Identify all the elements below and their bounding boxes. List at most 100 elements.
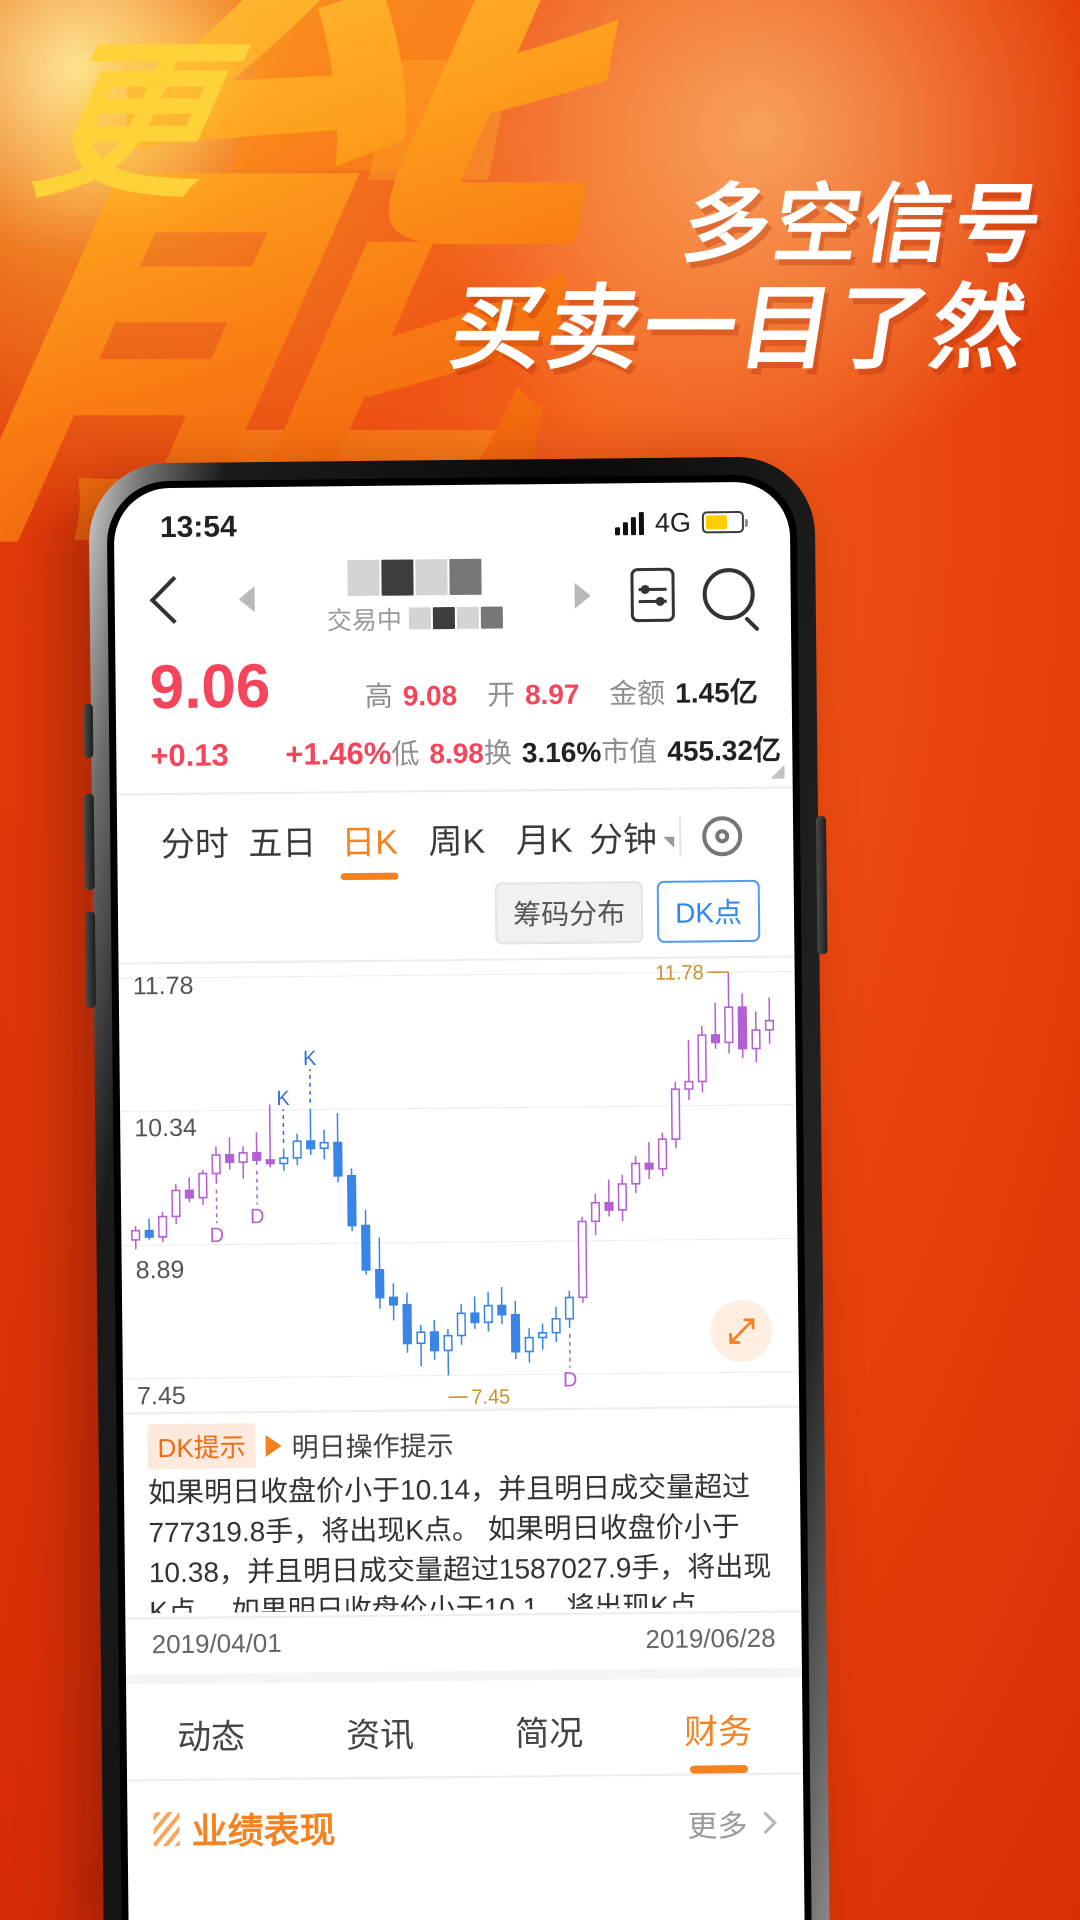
active-tab-underline [689,1765,748,1774]
triangle-left-icon[interactable] [238,586,255,613]
quote-value-amount: 1.45亿 [675,676,758,709]
play-triangle-icon[interactable] [265,1434,282,1457]
date-range-row: 2019/04/01 2019/06/28 [125,1612,802,1674]
y-axis-tick-2: 8.89 [135,1255,185,1285]
tab-yuek[interactable]: 月K [500,813,588,879]
stock-status-label: 交易中 [326,606,403,635]
tab-zixun[interactable]: 资讯 [295,1707,465,1778]
tab-fenzhong-label: 分钟 [588,820,658,860]
tab-dongtai-label: 动态 [176,1718,246,1757]
volume-down-button[interactable] [84,911,96,1008]
chart-overlay-buttons: 筹码分布 DK点 [118,875,795,962]
list-settings-icon[interactable] [630,567,675,623]
quote-label-marketcap: 市值 [601,735,658,768]
quote-field-low: 低 8.98 [391,732,484,773]
quote-panel: 9.06 高 9.08 开 8.97 金额 1.45亿 +0.13 +1.46% 低8… [115,639,793,793]
chevron-right-icon [754,1811,777,1835]
search-icon[interactable] [702,567,755,621]
tab-fenshi[interactable]: 分时 [151,816,239,882]
mute-switch[interactable] [83,703,94,758]
candlestick-chart[interactable]: K K D D D 11.78 7.45 11.78 10.34 8.89 7.45 ⤢ [118,955,800,1415]
dk-point-button[interactable]: DK点 [656,879,761,943]
background-glyph-small: 更 [20,24,230,222]
chevron-left-icon[interactable] [149,575,198,624]
expand-arrows-icon[interactable]: ⤢ [710,1299,773,1363]
status-time: 13:54 [159,510,237,545]
content-tabs: 动态 资讯 简况 财务 [125,1667,804,1780]
tab-fenshi-label: 分时 [160,825,230,865]
date-end: 2019/06/28 [645,1622,776,1655]
active-tab-underline [340,872,399,881]
stock-title[interactable]: 交易中 [260,557,569,637]
quote-value-marketcap: 455.32亿 [667,734,782,767]
chart-canvas: KK D D D 11.78 7.45 [118,962,799,1409]
tab-caiwu[interactable]: 财务 [633,1703,803,1774]
quote-field-high: 高 9.08 [364,674,487,715]
date-start: 2019/04/01 [151,1627,282,1660]
tab-zixun-label: 资讯 [345,1716,415,1756]
svg-text:D: D [563,1369,578,1392]
network-type-label: 4G [654,507,692,538]
quote-label-amount: 金额 [609,677,666,710]
tab-yuek-label: 月K [515,821,573,861]
quote-value-low: 8.98 [429,737,485,770]
quote-label-open: 开 [486,679,516,711]
stock-status: 交易中 [326,599,504,637]
more-label: 更多 [687,1810,748,1844]
headline-line-2: 买卖一目了然 [443,274,1037,382]
chip-distribution-button[interactable]: 筹码分布 [494,881,644,945]
nav-bar: 交易中 [114,547,791,646]
stock-code-redacted [408,606,504,629]
quote-label-low: 低 [391,738,420,770]
quote-field-marketcap: 市值 455.32亿 [601,729,781,771]
quote-value-high: 9.08 [402,679,458,712]
svg-text:D: D [210,1225,225,1248]
dk-tips-subtitle: 明日操作提示 [291,1431,454,1463]
volume-up-button[interactable] [83,793,95,890]
quote-label-turnover: 换 [483,737,513,769]
price-change-percent: +1.46% [285,735,392,772]
power-button[interactable] [816,816,828,955]
gear-icon[interactable] [685,815,760,872]
promo-headline: 多空信号 买卖一目了然 [443,175,1053,382]
section-marker-icon [153,1811,180,1847]
dk-tips-header: DK提示 明日操作提示 [147,1418,775,1470]
tab-fenzhong[interactable]: 分钟 [588,812,676,878]
signal-bars-icon [614,511,645,535]
dk-tips-body: 如果明日收盘价小于10.14，并且明日成交量超过777319.8手，将出现K点。… [147,1470,772,1614]
svg-text:7.45: 7.45 [471,1386,510,1409]
y-axis-tick-3: 7.45 [136,1381,186,1411]
tab-wuri[interactable]: 五日 [238,815,326,881]
tab-dongtai[interactable]: 动态 [126,1709,296,1780]
expand-corner-icon[interactable] [770,764,785,779]
chevron-down-icon [663,836,675,848]
quote-value-open: 8.97 [524,678,580,711]
tab-zhouk-label: 周K [428,822,486,862]
tab-rik-label: 日K [341,823,399,863]
triangle-right-icon[interactable] [574,582,591,609]
quote-field-open: 开 8.97 [487,672,610,713]
section-header: 业绩表现 更多 [127,1772,804,1856]
section-title: 业绩表现 [191,1809,336,1852]
y-axis-tick-0: 11.78 [132,971,194,1001]
svg-text:D: D [250,1206,265,1229]
current-price: 9.06 [149,651,271,723]
dk-tips-panel[interactable]: DK提示 明日操作提示 如果明日收盘价小于10.14，并且明日成交量超过7773… [123,1407,802,1620]
headline-line-1: 多空信号 [676,175,1053,275]
status-bar: 13:54 4G [114,481,791,554]
phone-mockup: 13:54 4G 交易中 9.06 高 9.08 开 8.97 金额 1.45亿… [83,456,830,1920]
chart-period-tabs: 分时 五日 日K 周K 月K 分钟 [117,788,794,882]
tab-jiankuang-label: 简况 [514,1714,584,1754]
quote-field-amount: 金额 1.45亿 [609,671,758,713]
tab-rik[interactable]: 日K [326,814,414,881]
phone-screen: 13:54 4G 交易中 9.06 高 9.08 开 8.97 金额 1.45亿… [113,481,805,1920]
tab-zhouk[interactable]: 周K [413,814,501,880]
y-axis-tick-1: 10.34 [134,1113,197,1143]
quote-value-turnover: 3.16% [521,736,602,769]
svg-text:11.78: 11.78 [655,962,704,985]
tab-jiankuang[interactable]: 简况 [464,1705,634,1776]
price-change: +0.13 [150,737,229,774]
more-link[interactable]: 更多 [687,1801,777,1846]
divider [678,816,682,857]
dk-tips-badge: DK提示 [147,1423,256,1470]
